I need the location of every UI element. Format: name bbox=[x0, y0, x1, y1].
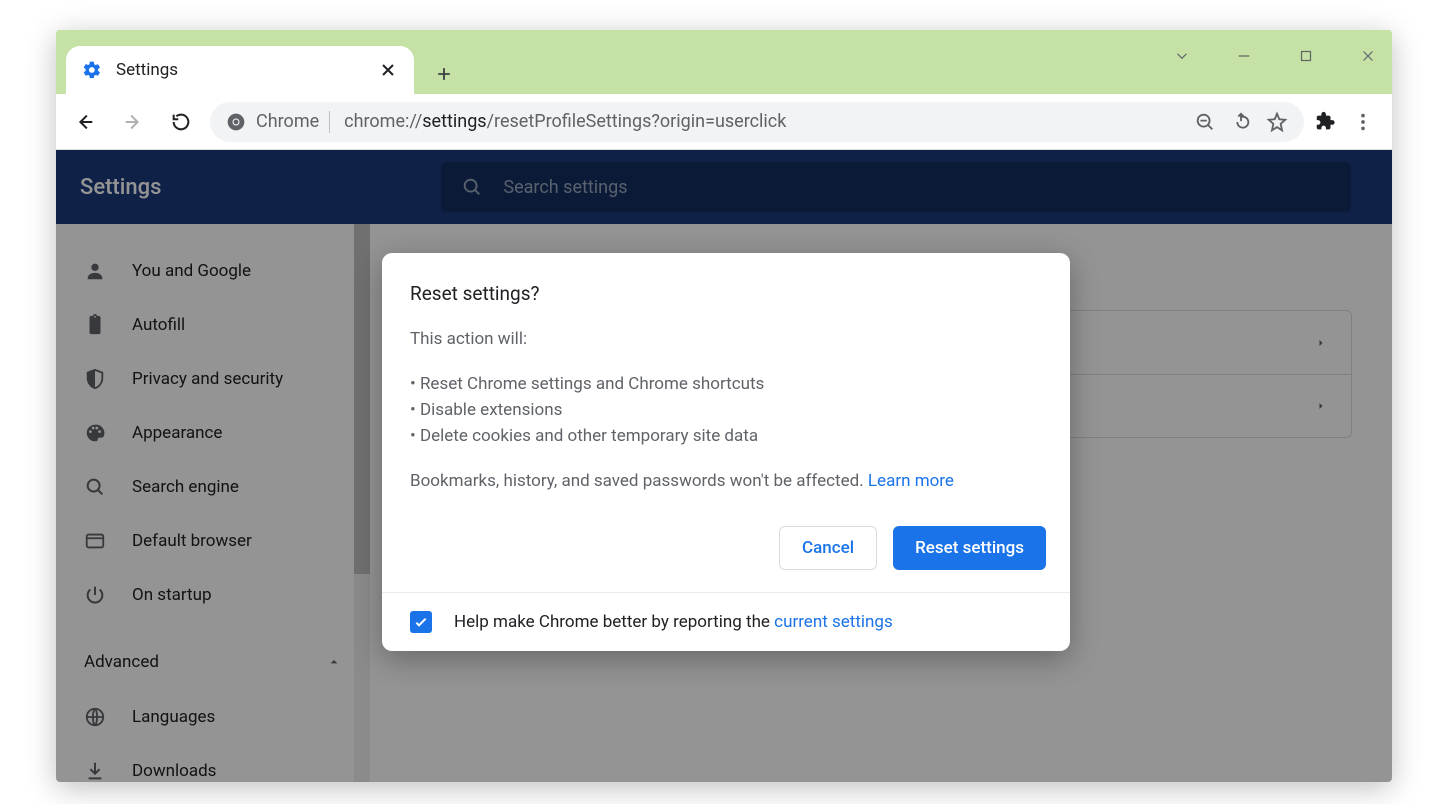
zoom-out-icon[interactable] bbox=[1194, 111, 1216, 133]
kebab-menu-icon[interactable] bbox=[1352, 111, 1374, 133]
window-controls bbox=[1166, 40, 1384, 72]
new-tab-button[interactable] bbox=[424, 54, 464, 94]
footer-text: Help make Chrome better by reporting the bbox=[454, 612, 774, 632]
reset-settings-dialog: Reset settings? This action will: Reset … bbox=[382, 253, 1070, 651]
reload-button[interactable] bbox=[162, 103, 200, 141]
close-tab-icon[interactable] bbox=[378, 60, 398, 80]
share-icon[interactable] bbox=[1230, 111, 1252, 133]
back-button[interactable] bbox=[66, 103, 104, 141]
dialog-bullet: Disable extensions bbox=[410, 397, 1042, 423]
dialog-bullet: Delete cookies and other temporary site … bbox=[410, 423, 1042, 449]
extensions-icon[interactable] bbox=[1314, 111, 1336, 133]
learn-more-link[interactable]: Learn more bbox=[868, 471, 954, 491]
dialog-note: Bookmarks, history, and saved passwords … bbox=[410, 468, 1042, 494]
dialog-bullet-list: Reset Chrome settings and Chrome shortcu… bbox=[410, 371, 1042, 450]
cancel-button[interactable]: Cancel bbox=[779, 526, 877, 570]
window-minimize-button[interactable] bbox=[1228, 40, 1260, 72]
gear-icon bbox=[82, 60, 102, 80]
tab-strip: Settings bbox=[56, 30, 1392, 94]
address-bar[interactable]: Chrome chrome://settings/resetProfileSet… bbox=[210, 102, 1304, 142]
window-close-button[interactable] bbox=[1352, 40, 1384, 72]
dialog-lead: This action will: bbox=[410, 326, 1042, 352]
url-host: settings bbox=[422, 111, 486, 132]
chrome-window: Settings Chrome bbox=[56, 30, 1392, 782]
dialog-footer: Help make Chrome better by reporting the… bbox=[382, 592, 1070, 651]
dialog-actions: Cancel Reset settings bbox=[382, 516, 1070, 592]
reset-settings-button[interactable]: Reset settings bbox=[893, 526, 1046, 570]
site-chip: Chrome bbox=[226, 111, 330, 133]
forward-button[interactable] bbox=[114, 103, 152, 141]
report-settings-checkbox[interactable] bbox=[410, 611, 432, 633]
current-settings-link[interactable]: current settings bbox=[774, 612, 893, 632]
dialog-bullet: Reset Chrome settings and Chrome shortcu… bbox=[410, 371, 1042, 397]
browser-toolbar: Chrome chrome://settings/resetProfileSet… bbox=[56, 94, 1392, 150]
cancel-button-label: Cancel bbox=[802, 538, 854, 558]
url-display: chrome://settings/resetProfileSettings?o… bbox=[344, 111, 786, 132]
chrome-logo-icon bbox=[226, 112, 246, 132]
url-scheme: chrome:// bbox=[344, 111, 422, 132]
window-maximize-button[interactable] bbox=[1290, 40, 1322, 72]
tab-title: Settings bbox=[116, 60, 364, 80]
dialog-title: Reset settings? bbox=[410, 279, 1042, 308]
browser-tab[interactable]: Settings bbox=[66, 46, 414, 94]
dialog-note-text: Bookmarks, history, and saved passwords … bbox=[410, 471, 868, 491]
url-path: /resetProfileSettings?origin=userclick bbox=[487, 111, 787, 132]
reset-settings-button-label: Reset settings bbox=[915, 538, 1024, 558]
bookmark-star-icon[interactable] bbox=[1266, 111, 1288, 133]
chip-separator bbox=[329, 111, 330, 133]
site-chip-label: Chrome bbox=[256, 111, 319, 132]
dialog-footer-text: Help make Chrome better by reporting the… bbox=[454, 612, 893, 632]
window-dropdown-icon[interactable] bbox=[1166, 40, 1198, 72]
check-icon bbox=[413, 614, 429, 630]
